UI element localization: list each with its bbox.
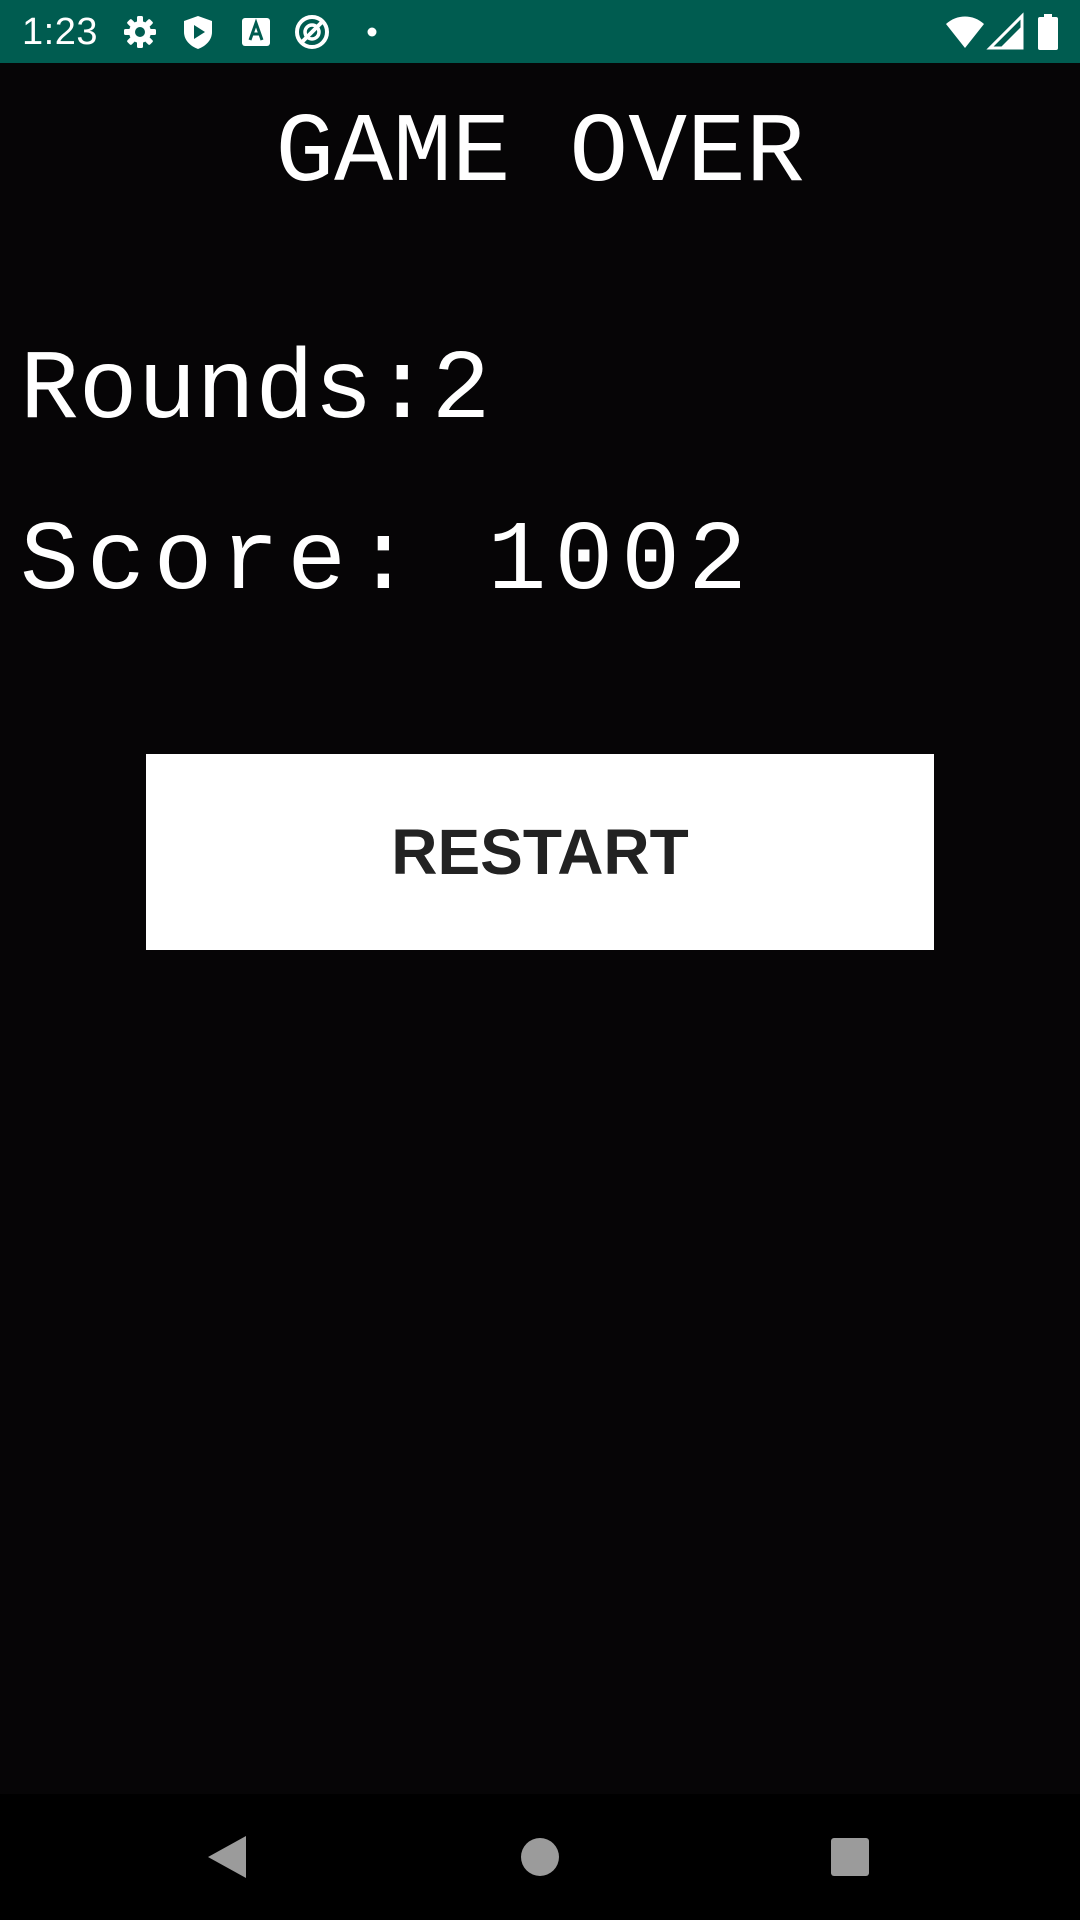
back-icon: [208, 1836, 246, 1878]
home-icon: [521, 1838, 559, 1876]
dot-icon: [367, 27, 377, 37]
home-button[interactable]: [460, 1794, 620, 1920]
wifi-icon: [946, 16, 984, 48]
game-over-screen: 1:23 GAME OVER Rounds:2 Score: 1002 REST…: [0, 0, 1080, 1920]
restart-button[interactable]: RESTART: [146, 754, 934, 950]
back-button[interactable]: [146, 1794, 306, 1920]
status-bar: 1:23: [0, 0, 1080, 63]
cell-signal-icon: [986, 12, 1024, 50]
battery-icon: [1038, 14, 1058, 50]
navigation-bar: [0, 1794, 1080, 1920]
no-disturb-icon: [295, 15, 329, 49]
rounds-text: Rounds:2: [20, 336, 491, 447]
recents-button[interactable]: [770, 1794, 930, 1920]
recents-icon: [831, 1838, 869, 1876]
gear-icon: [124, 16, 156, 48]
score-text: Score: 1002: [20, 507, 755, 618]
status-time: 1:23: [22, 11, 98, 53]
game-over-title: GAME OVER: [275, 99, 805, 210]
accessibility-a-icon: [242, 18, 270, 46]
shield-play-icon: [184, 16, 212, 49]
